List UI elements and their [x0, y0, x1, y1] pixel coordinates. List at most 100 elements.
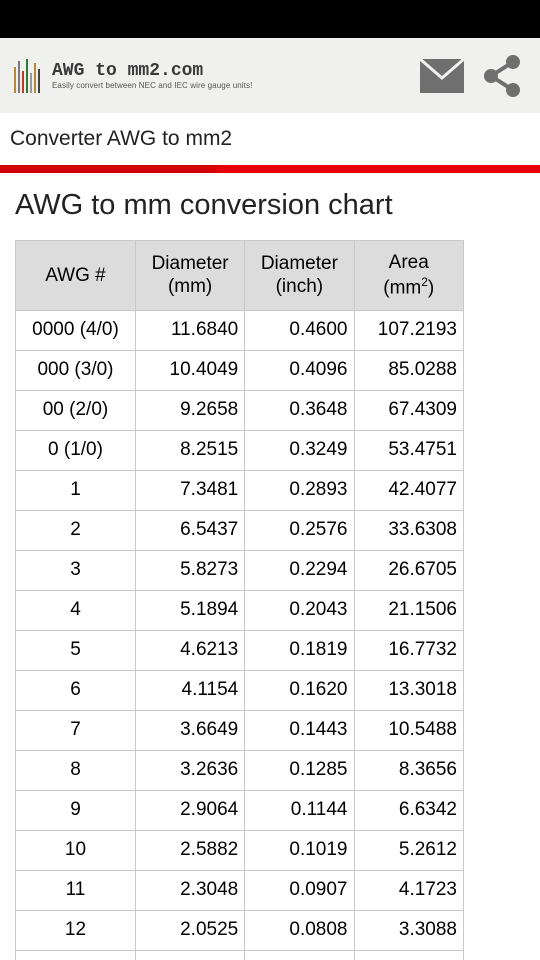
- cell-diameter-inch: 0.2893: [245, 470, 354, 510]
- cell-diameter-inch: 0.1819: [245, 630, 354, 670]
- cell-diameter-inch: 0.0907: [245, 870, 354, 910]
- cell-awg: 4: [16, 590, 136, 630]
- cell-area: 42.4077: [354, 470, 464, 510]
- cell-awg: 0 (1/0): [16, 430, 136, 470]
- cell-area: 5.2612: [354, 830, 464, 870]
- table-row: 73.66490.144310.5488: [16, 710, 464, 750]
- cell-diameter-mm: 6.5437: [135, 510, 244, 550]
- cell-diameter-mm: 5.8273: [135, 550, 244, 590]
- cell-awg: 12: [16, 910, 136, 950]
- table-row: 54.62130.181916.7732: [16, 630, 464, 670]
- mail-icon: [419, 58, 465, 94]
- cell-area: 85.0288: [354, 350, 464, 390]
- cell-diameter-inch: 0.1144: [245, 790, 354, 830]
- cell-awg: 11: [16, 870, 136, 910]
- logo-title: AWG to mm2.com: [52, 61, 252, 81]
- cell-area: 26.6705: [354, 550, 464, 590]
- cell-area: 10.5488: [354, 710, 464, 750]
- cell-diameter-mm: 2.0525: [135, 910, 244, 950]
- cell-awg: 13: [16, 950, 136, 960]
- table-row: 0000 (4/0)11.68400.4600107.2193: [16, 310, 464, 350]
- table-row: 102.58820.10195.2612: [16, 830, 464, 870]
- status-bar: [0, 0, 540, 38]
- cell-awg: 1: [16, 470, 136, 510]
- cell-diameter-inch: 0.0720: [245, 950, 354, 960]
- cell-diameter-inch: 0.1620: [245, 670, 354, 710]
- cell-diameter-mm: 2.5882: [135, 830, 244, 870]
- cell-area: 3.3088: [354, 910, 464, 950]
- cell-diameter-mm: 10.4049: [135, 350, 244, 390]
- col-header-diameter-mm: Diameter (mm): [135, 241, 244, 311]
- cell-awg: 00 (2/0): [16, 390, 136, 430]
- table-row: 35.82730.229426.6705: [16, 550, 464, 590]
- cell-diameter-mm: 2.3048: [135, 870, 244, 910]
- table-row: 64.11540.162013.3018: [16, 670, 464, 710]
- cell-area: 33.6308: [354, 510, 464, 550]
- cell-diameter-mm: 3.2636: [135, 750, 244, 790]
- cell-awg: 7: [16, 710, 136, 750]
- cell-diameter-inch: 0.3249: [245, 430, 354, 470]
- cell-area: 21.1506: [354, 590, 464, 630]
- cell-diameter-mm: 9.2658: [135, 390, 244, 430]
- cell-diameter-inch: 0.1285: [245, 750, 354, 790]
- cell-diameter-inch: 0.3648: [245, 390, 354, 430]
- cell-area: 107.2193: [354, 310, 464, 350]
- cell-diameter-mm: 4.6213: [135, 630, 244, 670]
- cell-diameter-inch: 0.1443: [245, 710, 354, 750]
- cell-area: 8.3656: [354, 750, 464, 790]
- app-bar: AWG to mm2.com Easily convert between NE…: [0, 38, 540, 113]
- content-area: AWG to mm conversion chart AWG # Diamete…: [0, 173, 540, 960]
- cell-diameter-mm: 3.6649: [135, 710, 244, 750]
- col-header-awg: AWG #: [16, 241, 136, 311]
- col-header-area: Area (mm2): [354, 241, 464, 311]
- wires-icon: [8, 55, 46, 97]
- cell-area: 4.1723: [354, 870, 464, 910]
- conversion-table: AWG # Diameter (mm) Diameter (inch) Area…: [15, 240, 464, 960]
- logo-subtitle: Easily convert between NEC and IEC wire …: [52, 81, 252, 90]
- cell-area: 67.4309: [354, 390, 464, 430]
- tab-title[interactable]: Converter AWG to mm2: [0, 113, 540, 165]
- share-button[interactable]: [472, 46, 532, 106]
- cell-awg: 10: [16, 830, 136, 870]
- cell-diameter-inch: 0.4096: [245, 350, 354, 390]
- table-row: 131.82780.07202.6240: [16, 950, 464, 960]
- table-header-row: AWG # Diameter (mm) Diameter (inch) Area…: [16, 241, 464, 311]
- table-row: 26.54370.257633.6308: [16, 510, 464, 550]
- cell-diameter-mm: 11.6840: [135, 310, 244, 350]
- table-row: 17.34810.289342.4077: [16, 470, 464, 510]
- table-row: 00 (2/0)9.26580.364867.4309: [16, 390, 464, 430]
- cell-awg: 6: [16, 670, 136, 710]
- cell-diameter-mm: 1.8278: [135, 950, 244, 960]
- cell-awg: 9: [16, 790, 136, 830]
- table-row: 45.18940.204321.1506: [16, 590, 464, 630]
- mail-button[interactable]: [412, 46, 472, 106]
- table-row: 92.90640.11446.6342: [16, 790, 464, 830]
- cell-awg: 5: [16, 630, 136, 670]
- cell-diameter-mm: 8.2515: [135, 430, 244, 470]
- cell-awg: 000 (3/0): [16, 350, 136, 390]
- cell-diameter-mm: 2.9064: [135, 790, 244, 830]
- cell-diameter-inch: 0.2576: [245, 510, 354, 550]
- cell-area: 53.4751: [354, 430, 464, 470]
- cell-diameter-inch: 0.4600: [245, 310, 354, 350]
- cell-diameter-inch: 0.2294: [245, 550, 354, 590]
- cell-awg: 8: [16, 750, 136, 790]
- cell-awg: 0000 (4/0): [16, 310, 136, 350]
- cell-diameter-mm: 4.1154: [135, 670, 244, 710]
- cell-awg: 3: [16, 550, 136, 590]
- app-logo[interactable]: AWG to mm2.com Easily convert between NE…: [8, 55, 252, 97]
- cell-area: 16.7732: [354, 630, 464, 670]
- table-row: 122.05250.08083.3088: [16, 910, 464, 950]
- share-icon: [479, 53, 525, 99]
- table-row: 0 (1/0)8.25150.324953.4751: [16, 430, 464, 470]
- table-row: 83.26360.12858.3656: [16, 750, 464, 790]
- cell-diameter-inch: 0.2043: [245, 590, 354, 630]
- table-row: 000 (3/0)10.40490.409685.0288: [16, 350, 464, 390]
- cell-area: 2.6240: [354, 950, 464, 960]
- cell-area: 13.3018: [354, 670, 464, 710]
- tab-indicator: [0, 165, 540, 173]
- cell-area: 6.6342: [354, 790, 464, 830]
- cell-diameter-mm: 7.3481: [135, 470, 244, 510]
- page-heading: AWG to mm conversion chart: [15, 189, 525, 222]
- col-header-diameter-inch: Diameter (inch): [245, 241, 354, 311]
